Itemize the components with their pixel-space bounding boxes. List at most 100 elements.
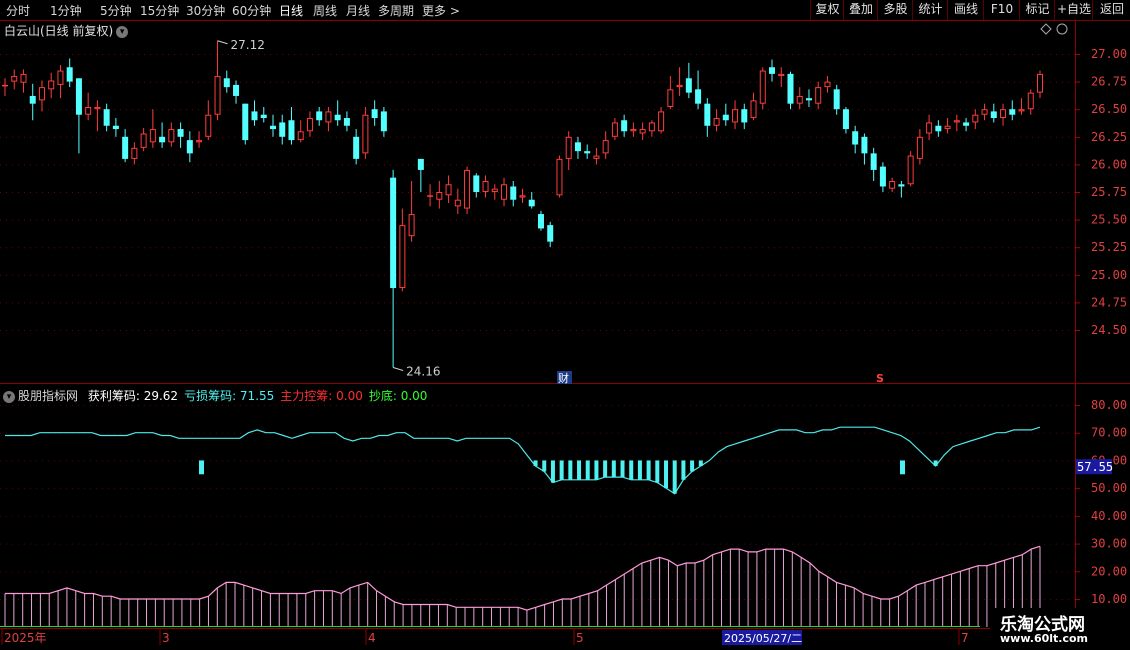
candle-body	[1000, 109, 1007, 119]
candle-body	[288, 120, 295, 141]
signal-bar	[900, 460, 905, 475]
signal-bar	[629, 460, 634, 480]
price-tick-label: 25.00	[1091, 268, 1127, 282]
candle-body	[907, 155, 914, 185]
candle-body	[732, 109, 739, 123]
candle-body	[805, 98, 812, 101]
candle-body	[334, 114, 341, 121]
candle-body	[38, 87, 45, 101]
candle-body	[639, 129, 646, 134]
time-label: 5	[576, 631, 584, 645]
signal-bar	[672, 460, 677, 494]
price-tick-label: 24.75	[1091, 295, 1127, 309]
candle-body	[75, 78, 82, 115]
signal-bar	[611, 460, 616, 478]
candle-body	[889, 180, 896, 189]
signal-bar	[199, 460, 204, 475]
candle-body	[20, 73, 27, 83]
candle-body	[66, 67, 73, 82]
candle-body	[417, 158, 424, 170]
candle-body	[501, 184, 508, 200]
candle-body	[94, 106, 101, 110]
kline-chart[interactable]: 27.00 26.75 26.50 26.25 26.00 25.75 25.50 25.25…	[0, 0, 1130, 650]
candle-body	[149, 129, 156, 143]
price-tick-label: 26.00	[1091, 157, 1127, 171]
candle-body	[611, 122, 618, 137]
candle-body	[85, 106, 92, 115]
candle-body	[279, 122, 286, 137]
cursor-date-label: 2025/05/27/二	[724, 632, 802, 645]
price-tick-label: 26.25	[1091, 130, 1127, 144]
candle-body	[251, 111, 258, 121]
candle-body	[870, 153, 877, 170]
diamond-icon	[1040, 23, 1052, 35]
candle-body	[972, 114, 979, 123]
candle-body	[454, 199, 461, 207]
candle-body	[482, 180, 489, 193]
candle-body	[362, 114, 369, 154]
signal-bar	[664, 460, 669, 489]
indicator-tick-label: 70.00	[1091, 426, 1127, 440]
candle-body	[926, 122, 933, 134]
time-label: 3	[162, 631, 170, 645]
indicator-tick-label: 40.00	[1091, 509, 1127, 523]
candle-body	[722, 114, 729, 121]
signal-bar	[559, 460, 564, 480]
signal-bar	[655, 460, 660, 483]
low-pointer	[392, 367, 404, 372]
candle-body	[759, 70, 766, 104]
candle-body	[565, 136, 572, 159]
indicator-tick-label: 50.00	[1091, 481, 1127, 495]
finance-marker: 财	[558, 371, 569, 385]
candle-body	[223, 78, 230, 88]
price-tick-label: 25.75	[1091, 185, 1127, 199]
candle-body	[242, 103, 249, 141]
signal-marker: S	[876, 372, 884, 385]
candle-body	[898, 184, 905, 187]
price-tick-label: 26.50	[1091, 102, 1127, 116]
candle-body	[981, 109, 988, 115]
candle-body	[842, 109, 849, 130]
candle-body	[944, 125, 951, 130]
candle-body	[177, 129, 184, 137]
price-tick-label: 25.25	[1091, 240, 1127, 254]
candle-body	[685, 78, 692, 93]
candle-body	[196, 140, 203, 143]
candle-body	[186, 140, 193, 154]
candle-body	[380, 111, 387, 132]
signal-bar	[603, 460, 608, 478]
time-label: 2025年	[4, 631, 47, 645]
candle-body	[593, 155, 600, 159]
candle-body	[427, 195, 434, 197]
price-tick-label: 25.50	[1091, 213, 1127, 227]
candle-body	[602, 140, 609, 154]
candle-body	[353, 136, 360, 159]
low-label: 24.16	[406, 365, 440, 379]
signal-bar	[933, 460, 938, 466]
candle-body	[963, 122, 970, 126]
candle-body	[537, 214, 544, 229]
candle-body	[667, 89, 674, 107]
signal-bar	[585, 460, 590, 480]
candle-body	[852, 131, 859, 145]
candle-body	[741, 109, 748, 123]
candle-body	[519, 195, 526, 198]
signal-bar	[577, 460, 582, 480]
candle-body	[436, 192, 443, 200]
watermark-url: www.60lt.com	[1000, 632, 1089, 645]
candle-body	[630, 129, 637, 132]
candle-body	[676, 84, 683, 88]
time-label: 4	[368, 631, 376, 645]
candle-body	[103, 109, 110, 126]
candle-body	[140, 133, 147, 148]
high-label: 27.12	[231, 38, 265, 52]
candle-body	[491, 188, 498, 193]
candle-body	[990, 111, 997, 119]
signal-bar	[620, 460, 625, 478]
indicator-tick-label: 80.00	[1091, 398, 1127, 412]
candle-body	[769, 67, 776, 74]
candle-body	[473, 175, 480, 192]
high-pointer	[217, 40, 228, 45]
candle-body	[833, 89, 840, 110]
candle-body	[547, 225, 554, 242]
